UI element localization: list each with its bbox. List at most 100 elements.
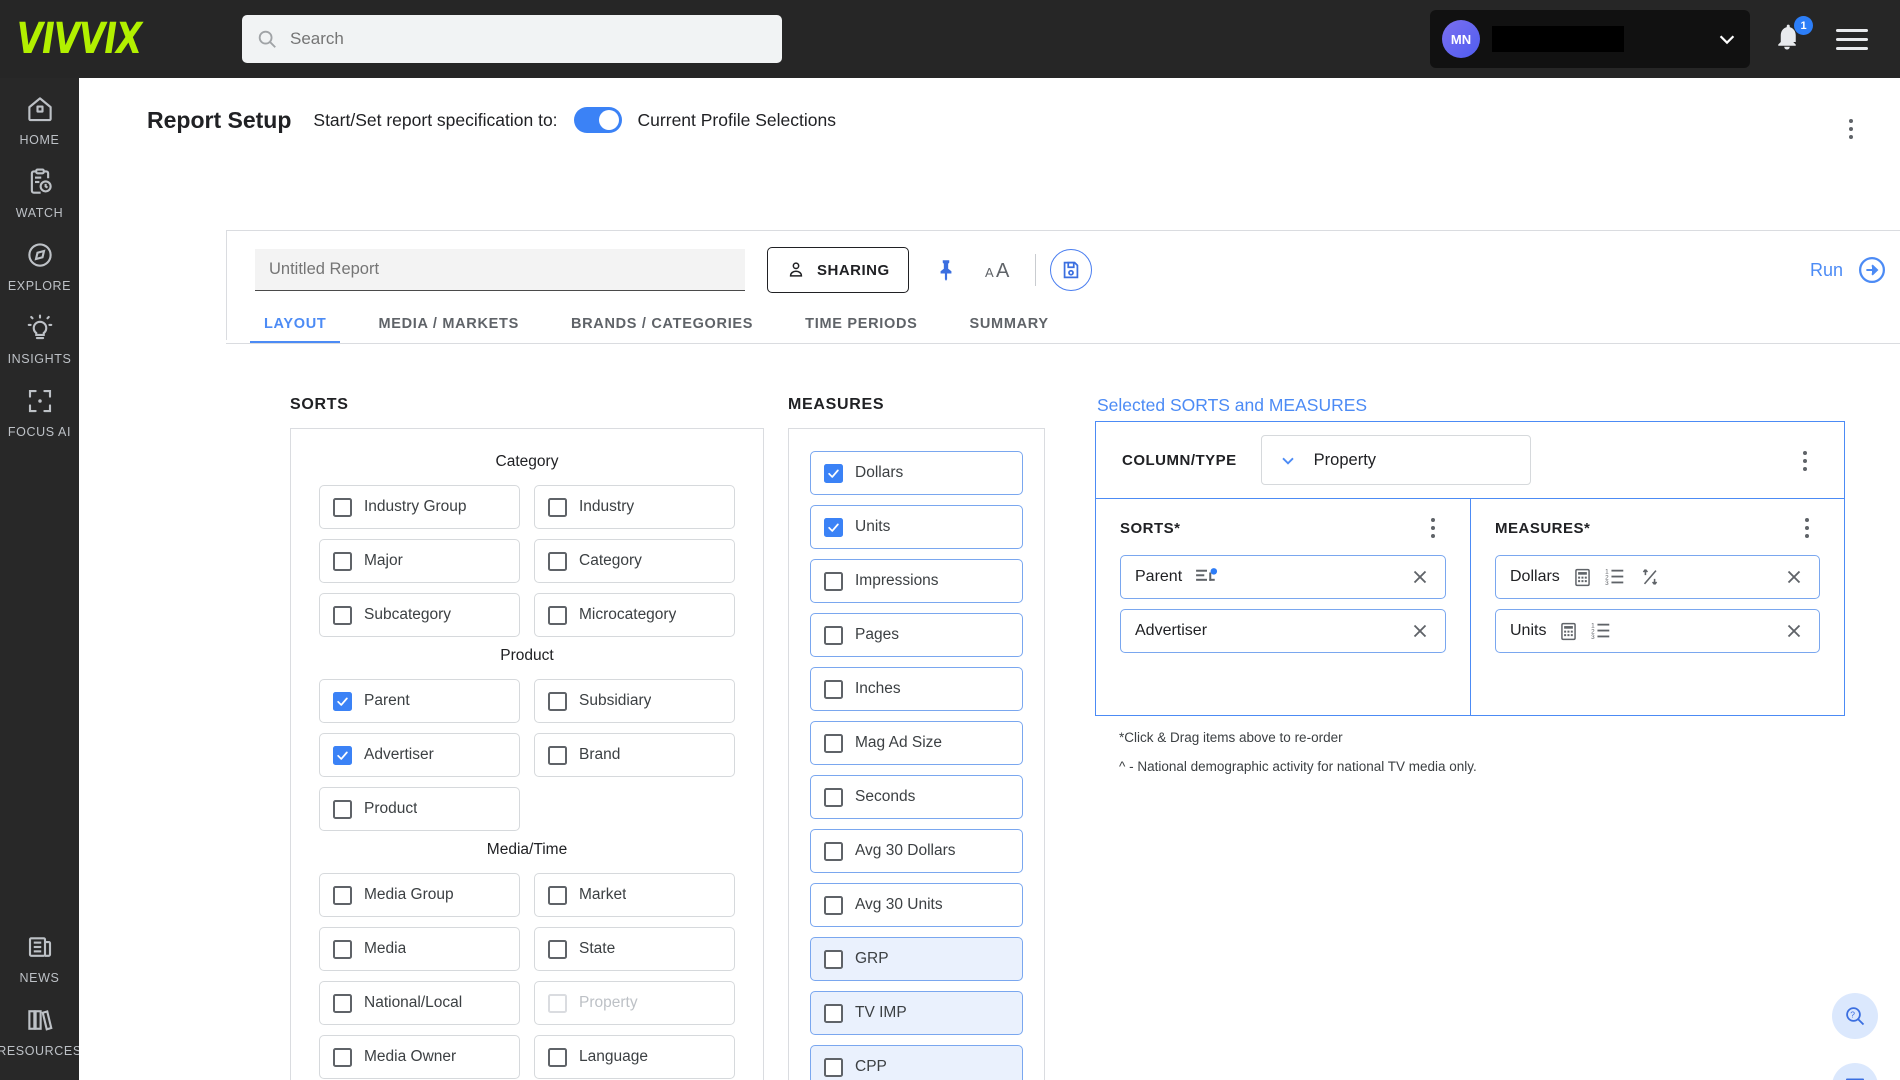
selected-measure-item-units[interactable]: Units 1 2 3 bbox=[1495, 609, 1820, 653]
search-box[interactable] bbox=[242, 15, 782, 63]
checkbox-icon[interactable] bbox=[333, 551, 352, 571]
sort-option-industry[interactable]: Industry bbox=[534, 485, 735, 529]
chat-button[interactable] bbox=[1832, 1063, 1878, 1080]
checkbox-icon[interactable] bbox=[333, 497, 352, 517]
checkbox-icon[interactable] bbox=[548, 1047, 567, 1067]
checkbox-icon[interactable] bbox=[824, 463, 843, 483]
checkbox-icon[interactable] bbox=[548, 551, 567, 571]
sort-option-major[interactable]: Major bbox=[319, 539, 520, 583]
measure-option-pages[interactable]: Pages bbox=[810, 613, 1023, 657]
tab-time-periods[interactable]: TIME PERIODS bbox=[779, 316, 943, 344]
checkbox-icon[interactable] bbox=[824, 679, 843, 699]
sidebar-item-news[interactable]: NEWS bbox=[0, 916, 79, 989]
save-button[interactable] bbox=[1049, 249, 1092, 291]
measure-option-avg-30-dollars[interactable]: Avg 30 Dollars bbox=[810, 829, 1023, 873]
measure-option-mag-ad-size[interactable]: Mag Ad Size bbox=[810, 721, 1023, 765]
hamburger-icon[interactable] bbox=[1836, 23, 1868, 56]
checkbox-icon[interactable] bbox=[548, 885, 567, 905]
calculator-icon[interactable] bbox=[1558, 621, 1579, 642]
sort-option-market[interactable]: Market bbox=[534, 873, 735, 917]
measure-option-inches[interactable]: Inches bbox=[810, 667, 1023, 711]
checkbox-icon[interactable] bbox=[824, 1003, 843, 1023]
checkbox-icon[interactable] bbox=[824, 1057, 843, 1077]
measure-option-dollars[interactable]: Dollars bbox=[810, 451, 1023, 495]
measure-option-seconds[interactable]: Seconds bbox=[810, 775, 1023, 819]
checkbox-icon[interactable] bbox=[333, 939, 352, 959]
checkbox-icon[interactable] bbox=[824, 517, 843, 537]
help-search-button[interactable]: ? bbox=[1832, 993, 1878, 1039]
checkbox-icon[interactable] bbox=[824, 787, 843, 807]
column-type-select[interactable]: Property bbox=[1260, 435, 1531, 485]
remove-measure-units-icon[interactable] bbox=[1783, 620, 1805, 642]
checkbox-icon[interactable] bbox=[824, 733, 843, 753]
profile-selection-toggle[interactable] bbox=[573, 107, 622, 133]
checkbox-icon[interactable] bbox=[824, 625, 843, 645]
sort-option-media-owner[interactable]: Media Owner bbox=[319, 1035, 520, 1079]
checkbox-icon[interactable] bbox=[548, 745, 567, 765]
measure-option-cpp[interactable]: CPP bbox=[810, 1045, 1023, 1080]
checkbox-icon[interactable] bbox=[333, 691, 352, 711]
selected-sorts-overflow-menu-icon[interactable] bbox=[1420, 515, 1446, 541]
numbered-list-icon[interactable]: 1 2 3 bbox=[1605, 567, 1627, 587]
measure-option-grp[interactable]: GRP bbox=[810, 937, 1023, 981]
selected-sort-item-parent[interactable]: Parent bbox=[1120, 555, 1446, 599]
measure-option-units[interactable]: Units bbox=[810, 505, 1023, 549]
measure-option-tv-imp[interactable]: TV IMP bbox=[810, 991, 1023, 1035]
sidebar-item-home[interactable]: HOME bbox=[0, 78, 79, 151]
selected-sort-item-advertiser[interactable]: Advertiser bbox=[1120, 609, 1446, 653]
notifications-button[interactable]: 1 bbox=[1772, 16, 1813, 56]
search-input[interactable] bbox=[290, 29, 750, 49]
sort-option-category[interactable]: Category bbox=[534, 539, 735, 583]
tab-summary[interactable]: SUMMARY bbox=[944, 316, 1075, 344]
sort-option-national-local[interactable]: National/Local bbox=[319, 981, 520, 1025]
checkbox-icon[interactable] bbox=[333, 745, 352, 765]
sidebar-item-resources[interactable]: RESOURCES bbox=[0, 989, 81, 1080]
sort-option-microcategory[interactable]: Microcategory bbox=[534, 593, 735, 637]
checkbox-icon[interactable] bbox=[333, 605, 352, 625]
calculator-icon[interactable] bbox=[1572, 567, 1593, 588]
checkbox-icon[interactable] bbox=[333, 885, 352, 905]
tab-layout[interactable]: LAYOUT bbox=[238, 316, 352, 344]
measure-option-avg-30-units[interactable]: Avg 30 Units bbox=[810, 883, 1023, 927]
checkbox-icon[interactable] bbox=[824, 571, 843, 591]
font-size-button[interactable]: A A bbox=[983, 251, 1021, 289]
checkbox-icon[interactable] bbox=[548, 691, 567, 711]
sort-option-brand[interactable]: Brand bbox=[534, 733, 735, 777]
run-button[interactable]: Run bbox=[1810, 255, 1887, 285]
selected-overflow-menu-icon[interactable] bbox=[1792, 448, 1818, 474]
sort-option-parent[interactable]: Parent bbox=[319, 679, 520, 723]
remove-sort-parent-icon[interactable] bbox=[1409, 566, 1431, 588]
sort-option-subsidiary[interactable]: Subsidiary bbox=[534, 679, 735, 723]
checkbox-icon[interactable] bbox=[333, 799, 352, 819]
checkbox-icon[interactable] bbox=[548, 497, 567, 517]
checkbox-icon[interactable] bbox=[333, 993, 352, 1013]
checkbox-icon[interactable] bbox=[824, 841, 843, 861]
page-overflow-menu-icon[interactable] bbox=[1838, 116, 1864, 142]
checkbox-icon[interactable] bbox=[824, 895, 843, 915]
sharing-button[interactable]: SHARING bbox=[767, 247, 909, 293]
checkbox-icon[interactable] bbox=[548, 939, 567, 959]
selected-measure-item-dollars[interactable]: Dollars 1 2 3 bbox=[1495, 555, 1820, 599]
measure-option-impressions[interactable]: Impressions bbox=[810, 559, 1023, 603]
checkbox-icon[interactable] bbox=[333, 1047, 352, 1067]
sort-option-media-group[interactable]: Media Group bbox=[319, 873, 520, 917]
sidebar-item-insights[interactable]: INSIGHTS bbox=[0, 297, 79, 370]
sort-option-subcategory[interactable]: Subcategory bbox=[319, 593, 520, 637]
sidebar-item-focus-ai[interactable]: FOCUS AI bbox=[0, 370, 79, 443]
sort-option-industry-group[interactable]: Industry Group bbox=[319, 485, 520, 529]
sort-option-language[interactable]: Language bbox=[534, 1035, 735, 1079]
profile-menu[interactable]: MN bbox=[1430, 10, 1750, 68]
brand-logo[interactable]: VIVVIX bbox=[0, 14, 158, 64]
sort-arrows-icon[interactable] bbox=[1639, 566, 1661, 588]
sort-option-product[interactable]: Product bbox=[319, 787, 520, 831]
sort-option-advertiser[interactable]: Advertiser bbox=[319, 733, 520, 777]
sort-option-media[interactable]: Media bbox=[319, 927, 520, 971]
checkbox-icon[interactable] bbox=[548, 605, 567, 625]
sort-option-state[interactable]: State bbox=[534, 927, 735, 971]
pin-button[interactable] bbox=[927, 251, 965, 289]
report-name-input[interactable] bbox=[255, 249, 745, 291]
remove-sort-advertiser-icon[interactable] bbox=[1409, 620, 1431, 642]
sort-list-badge-icon[interactable] bbox=[1194, 567, 1220, 587]
selected-measures-overflow-menu-icon[interactable] bbox=[1794, 515, 1820, 541]
tab-media-markets[interactable]: MEDIA / MARKETS bbox=[352, 316, 544, 344]
